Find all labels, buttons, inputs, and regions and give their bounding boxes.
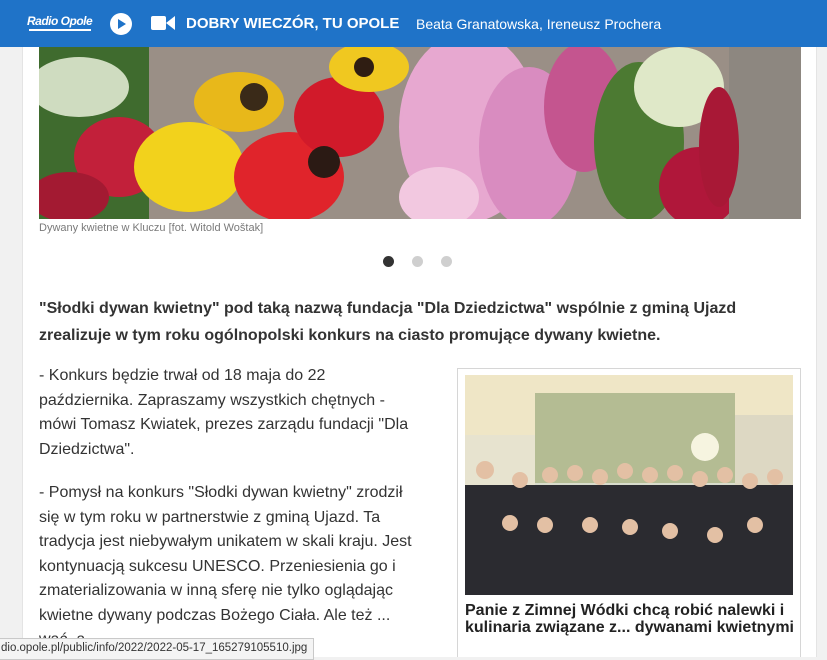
- article-paragraph: - Konkurs będzie trwał od 18 maja do 22 …: [39, 367, 409, 458]
- logo-text: Radio Opole: [27, 14, 93, 28]
- related-article-title[interactable]: Panie z Zimnej Wódki chcą robić nalewki …: [465, 602, 795, 636]
- gallery-photo[interactable]: [39, 47, 801, 219]
- article-card: Dywany kwietne w Kluczu [fot. Witold Woš…: [22, 47, 817, 657]
- related-article-image[interactable]: [465, 375, 793, 595]
- play-icon[interactable]: [110, 13, 132, 35]
- logo-underline: [29, 29, 91, 31]
- station-logo[interactable]: Radio Opole: [27, 14, 93, 34]
- gallery-dot-2[interactable]: [412, 256, 423, 267]
- group-photo-image: [465, 375, 793, 595]
- player-bar: Radio Opole DOBRY WIECZÓR, TU OPOLE Beat…: [0, 0, 827, 47]
- related-article-card[interactable]: Panie z Zimnej Wódki chcą robić nalewki …: [457, 368, 801, 657]
- flower-carpet-image: [39, 47, 801, 219]
- article-body: - Konkurs będzie trwał od 18 maja do 22 …: [39, 364, 424, 657]
- article-lead: "Słodki dywan kwietny" pod taką nazwą fu…: [39, 300, 737, 344]
- article-paragraph: - Pomysł na konkurs "Słodki dywan kwietn…: [39, 484, 412, 648]
- gallery-dot-3[interactable]: [441, 256, 452, 267]
- gallery-dot-1[interactable]: [383, 256, 394, 267]
- video-camera-icon[interactable]: [151, 15, 175, 32]
- show-hosts: Beata Granatowska, Ireneusz Prochera: [416, 16, 662, 32]
- gallery-pagination: [383, 256, 452, 268]
- photo-caption: Dywany kwietne w Kluczu [fot. Witold Woš…: [39, 222, 264, 234]
- show-title: DOBRY WIECZÓR, TU OPOLE: [186, 15, 400, 32]
